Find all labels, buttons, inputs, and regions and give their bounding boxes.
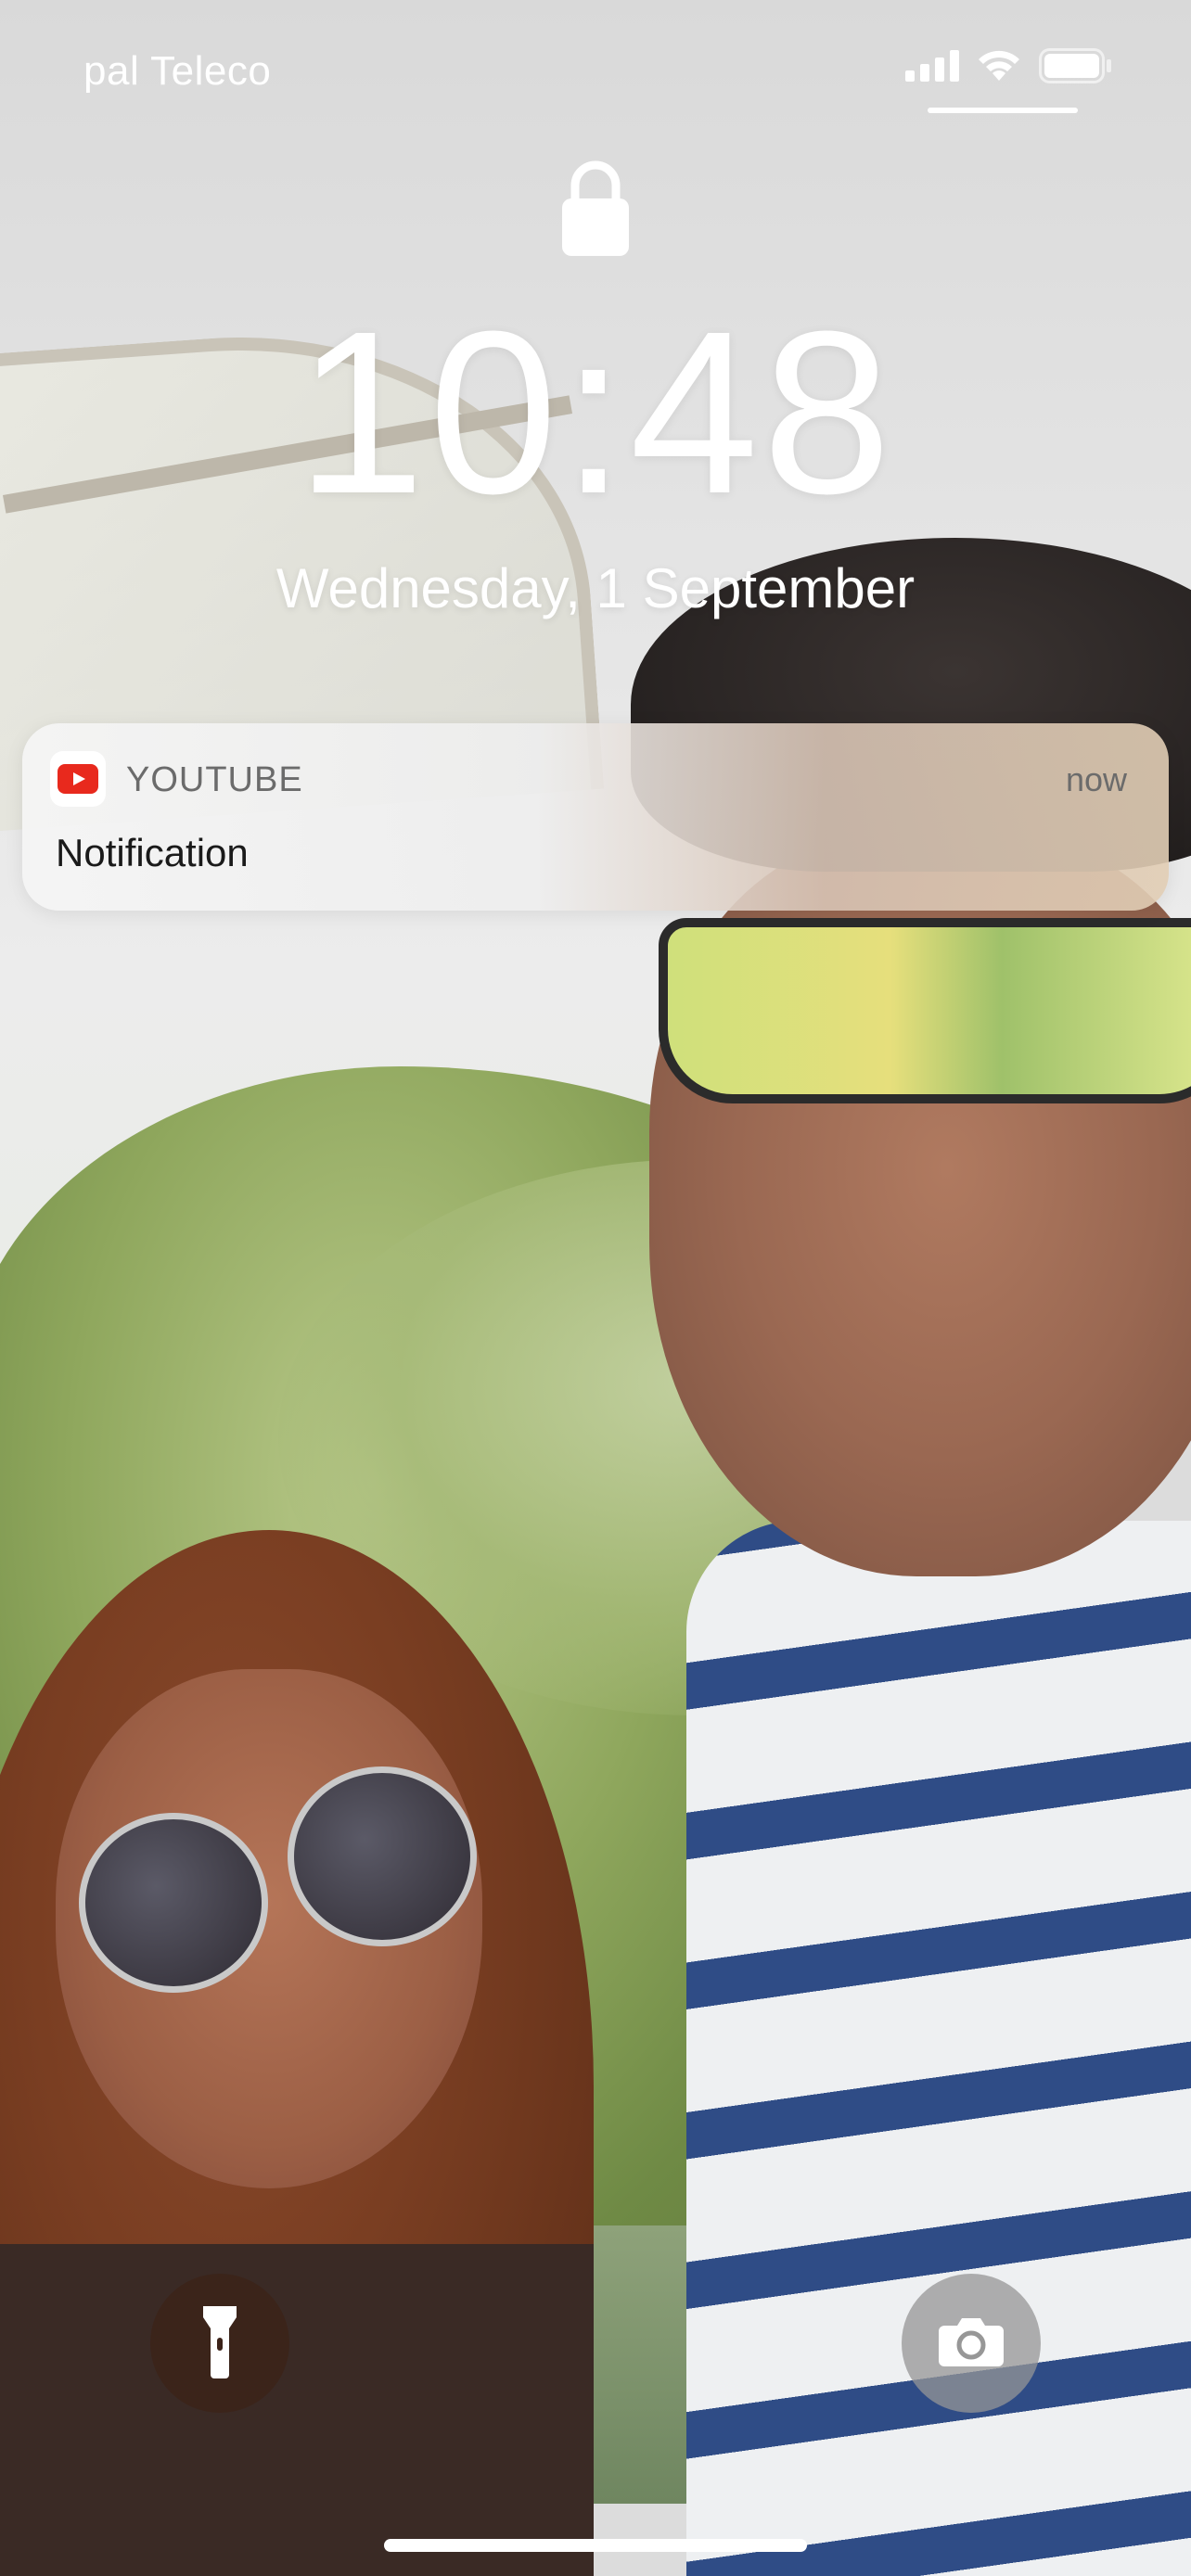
flashlight-button[interactable] (150, 2274, 289, 2413)
lock-screen-date: Wednesday, 1 September (275, 557, 916, 619)
notification-card[interactable]: YOUTUBE now Notification (22, 723, 1169, 911)
lock-screen-clock: 10:48 (296, 283, 895, 542)
youtube-icon (50, 751, 106, 807)
wifi-icon (976, 49, 1022, 87)
cellular-signal-icon (905, 50, 959, 86)
control-center-indicator[interactable] (928, 108, 1078, 113)
camera-icon (939, 2316, 1004, 2371)
wallpaper-woman-glasses-left (79, 1813, 268, 1993)
lock-icon (562, 158, 629, 260)
carrier-name: pal Teleco (83, 48, 272, 94)
battery-icon (1039, 48, 1113, 88)
notification-body: Notification (56, 831, 249, 874)
notification-app-name: YOUTUBE (126, 760, 303, 799)
wallpaper-man-sunglasses (659, 918, 1191, 1103)
wallpaper-man-shirt (686, 1521, 1191, 2576)
camera-button[interactable] (902, 2274, 1041, 2413)
home-indicator[interactable] (384, 2539, 807, 2552)
flashlight-icon (201, 2304, 238, 2383)
notification-time: now (1065, 760, 1127, 798)
status-bar: pal Teleco (0, 0, 1191, 130)
lock-screen: pal Teleco 10:48 Wednesday, 1 September … (0, 0, 1191, 2576)
wallpaper-woman-dress (0, 2244, 594, 2576)
wallpaper-woman-glasses-right (288, 1766, 477, 1946)
status-icons (905, 48, 1113, 88)
